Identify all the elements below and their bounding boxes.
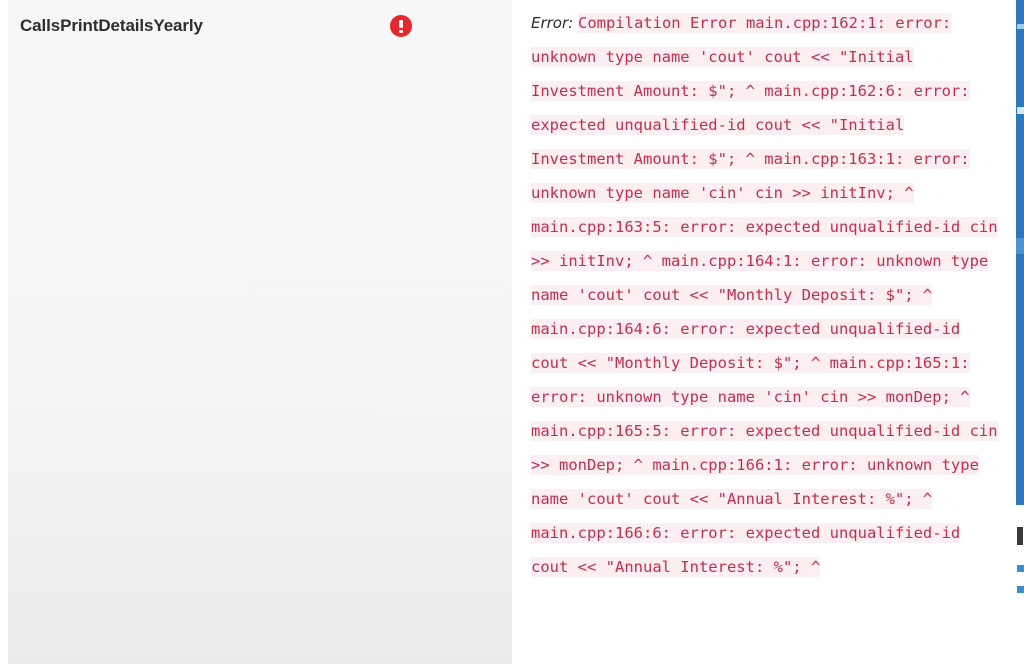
right-edge-panel-sliver[interactable] <box>1014 0 1024 664</box>
exclamation-stem <box>399 20 403 28</box>
panel-header: CallsPrintDetailsYearly <box>8 0 512 52</box>
sliver-mark-one <box>1017 24 1024 29</box>
error-message-text: Compilation Error main.cpp:162:1: error:… <box>531 13 998 577</box>
sliver-mark-two <box>1017 107 1024 114</box>
app-root: CallsPrintDetailsYearly Error: Compilati… <box>0 0 1024 664</box>
sliver-link-fragment-one[interactable] <box>1017 565 1024 572</box>
error-log-content: Error: Compilation Error main.cpp:162:1:… <box>531 6 1001 584</box>
error-label: Error: <box>531 14 578 32</box>
error-log-panel[interactable]: Error: Compilation Error main.cpp:162:1:… <box>512 0 1014 664</box>
sliver-link-fragment-two[interactable] <box>1017 586 1024 593</box>
details-panel: CallsPrintDetailsYearly <box>8 0 512 664</box>
sliver-text-fragment <box>1017 527 1023 545</box>
exclamation-dot <box>399 29 403 33</box>
page-title: CallsPrintDetailsYearly <box>20 16 203 35</box>
sliver-mark-three <box>1016 238 1024 254</box>
page-left-margin <box>0 0 8 664</box>
error-status-icon[interactable] <box>390 15 412 37</box>
error-log-paragraph: Error: Compilation Error main.cpp:162:1:… <box>531 6 1001 584</box>
